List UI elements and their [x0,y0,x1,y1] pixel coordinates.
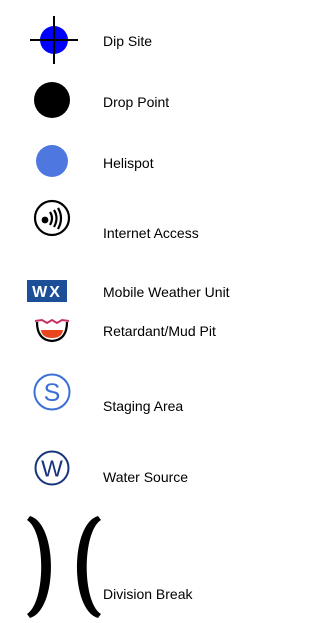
water-source-icon: W [34,450,70,486]
retardant-mud-pit-icon [34,318,70,343]
mobile-weather-unit-icon: WX [27,280,67,302]
legend-item-division-break: Division Break [0,514,266,620]
legend-label: Staging Area [103,398,184,414]
legend-item-internet-access: Internet Access [0,198,266,241]
legend-item-staging-area: S Staging Area [0,372,266,414]
legend-item-helispot: Helispot [0,143,266,179]
legend-label: Division Break [103,586,193,602]
legend-item-drop-point: Drop Point [0,80,266,120]
dip-site-icon [30,16,78,64]
legend-label: Helispot [103,155,154,171]
legend-label: Retardant/Mud Pit [103,323,216,339]
division-break-icon [27,516,101,618]
staging-area-icon: S [33,373,71,411]
map-legend: Dip Site Drop Point Helispot Internet Ac… [0,0,266,623]
legend-label: Water Source [103,469,189,485]
internet-access-icon [33,199,71,237]
helispot-icon [36,145,68,177]
legend-item-mobile-weather-unit: WX Mobile Weather Unit [0,280,266,302]
legend-label: Dip Site [103,33,153,49]
staging-area-icon-text: S [44,379,61,407]
legend-label: Drop Point [103,94,170,110]
legend-label: Internet Access [103,225,199,241]
legend-label: Mobile Weather Unit [103,284,230,300]
legend-item-dip-site: Dip Site [0,14,266,66]
legend-item-water-source: W Water Source [0,449,266,487]
drop-point-icon [34,82,70,118]
legend-item-retardant-mud-pit: Retardant/Mud Pit [0,317,266,343]
mobile-weather-unit-icon-text: WX [32,284,62,301]
water-source-icon-text: W [41,456,63,482]
